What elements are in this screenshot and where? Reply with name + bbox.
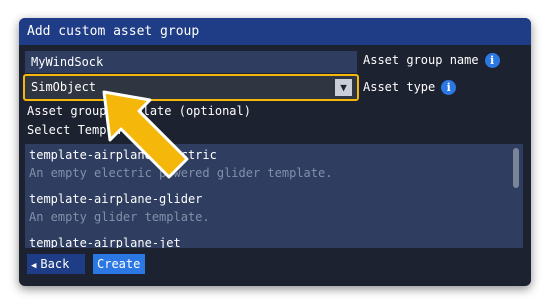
pointer-arrow-icon — [102, 90, 189, 179]
